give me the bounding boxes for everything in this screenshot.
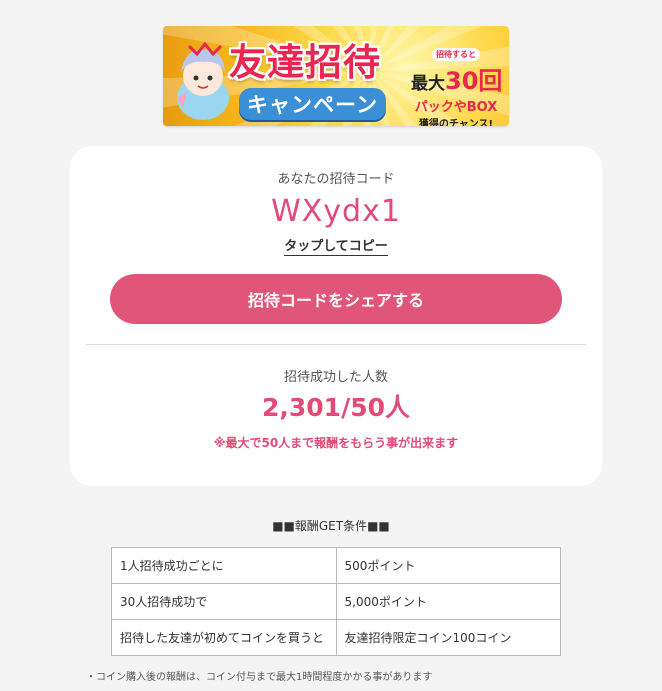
- banner-subtitle: キャンペーン: [239, 88, 386, 120]
- mascot-illustration: [177, 41, 229, 120]
- banner-max: 最大30回: [411, 67, 503, 95]
- table-row: 1人招待成功ごとに 500ポイント: [111, 547, 561, 584]
- table-row: 招待した友達が初めてコインを買うと 友達招待限定コイン100コイン: [111, 619, 561, 656]
- success-count-value: 2,301/50人: [262, 393, 410, 422]
- condition-cell: 30人招待成功で: [111, 583, 337, 620]
- reward-cell: 500ポイント: [335, 547, 561, 584]
- conditions-title: ■■報酬GET条件■■: [272, 519, 390, 533]
- reward-cell: 友達招待限定コイン100コイン: [335, 619, 561, 656]
- reward-limit-note: ※最大で50人まで報酬をもらう事が出来ます: [213, 436, 459, 450]
- banner-side-info: 招待すると 最大30回 パックやBOX 獲得のチャンス!: [411, 42, 503, 126]
- banner-chance: 獲得のチャンス!: [418, 119, 494, 126]
- reward-conditions-table: 1人招待成功ごとに 500ポイント 30人招待成功で 5,000ポイント 招待し…: [111, 547, 561, 656]
- copy-code-link[interactable]: タップしてコピー: [284, 239, 388, 256]
- card-divider: [86, 344, 586, 345]
- invite-code-value[interactable]: WXydx1: [70, 194, 602, 229]
- table-row: 30人招待成功で 5,000ポイント: [111, 583, 561, 620]
- reward-cell: 5,000ポイント: [335, 583, 561, 620]
- condition-cell: 1人招待成功ごとに: [111, 547, 337, 584]
- campaign-banner[interactable]: 友達招待 キャンペーン 招待すると 最大30回 パックやBOX 獲得のチャンス!: [163, 26, 509, 126]
- invite-code-label: あなたの招待コード: [277, 172, 395, 187]
- footnote: ・コイン購入後の報酬は、コイン付与まで最大1時間程度かかる事があります: [86, 672, 433, 683]
- success-count-label: 招待成功した人数: [283, 370, 388, 385]
- share-code-button[interactable]: 招待コードをシェアする: [110, 274, 562, 324]
- condition-cell: 招待した友達が初めてコインを買うと: [111, 619, 337, 656]
- banner-title: 友達招待: [229, 41, 381, 84]
- copy-link-wrapper: タップしてコピー: [70, 235, 602, 256]
- banner-badge: 招待すると: [432, 48, 480, 61]
- banner-pack: パックやBOX: [414, 100, 498, 115]
- invite-card: あなたの招待コード WXydx1 タップしてコピー 招待コードをシェアする 招待…: [70, 146, 602, 486]
